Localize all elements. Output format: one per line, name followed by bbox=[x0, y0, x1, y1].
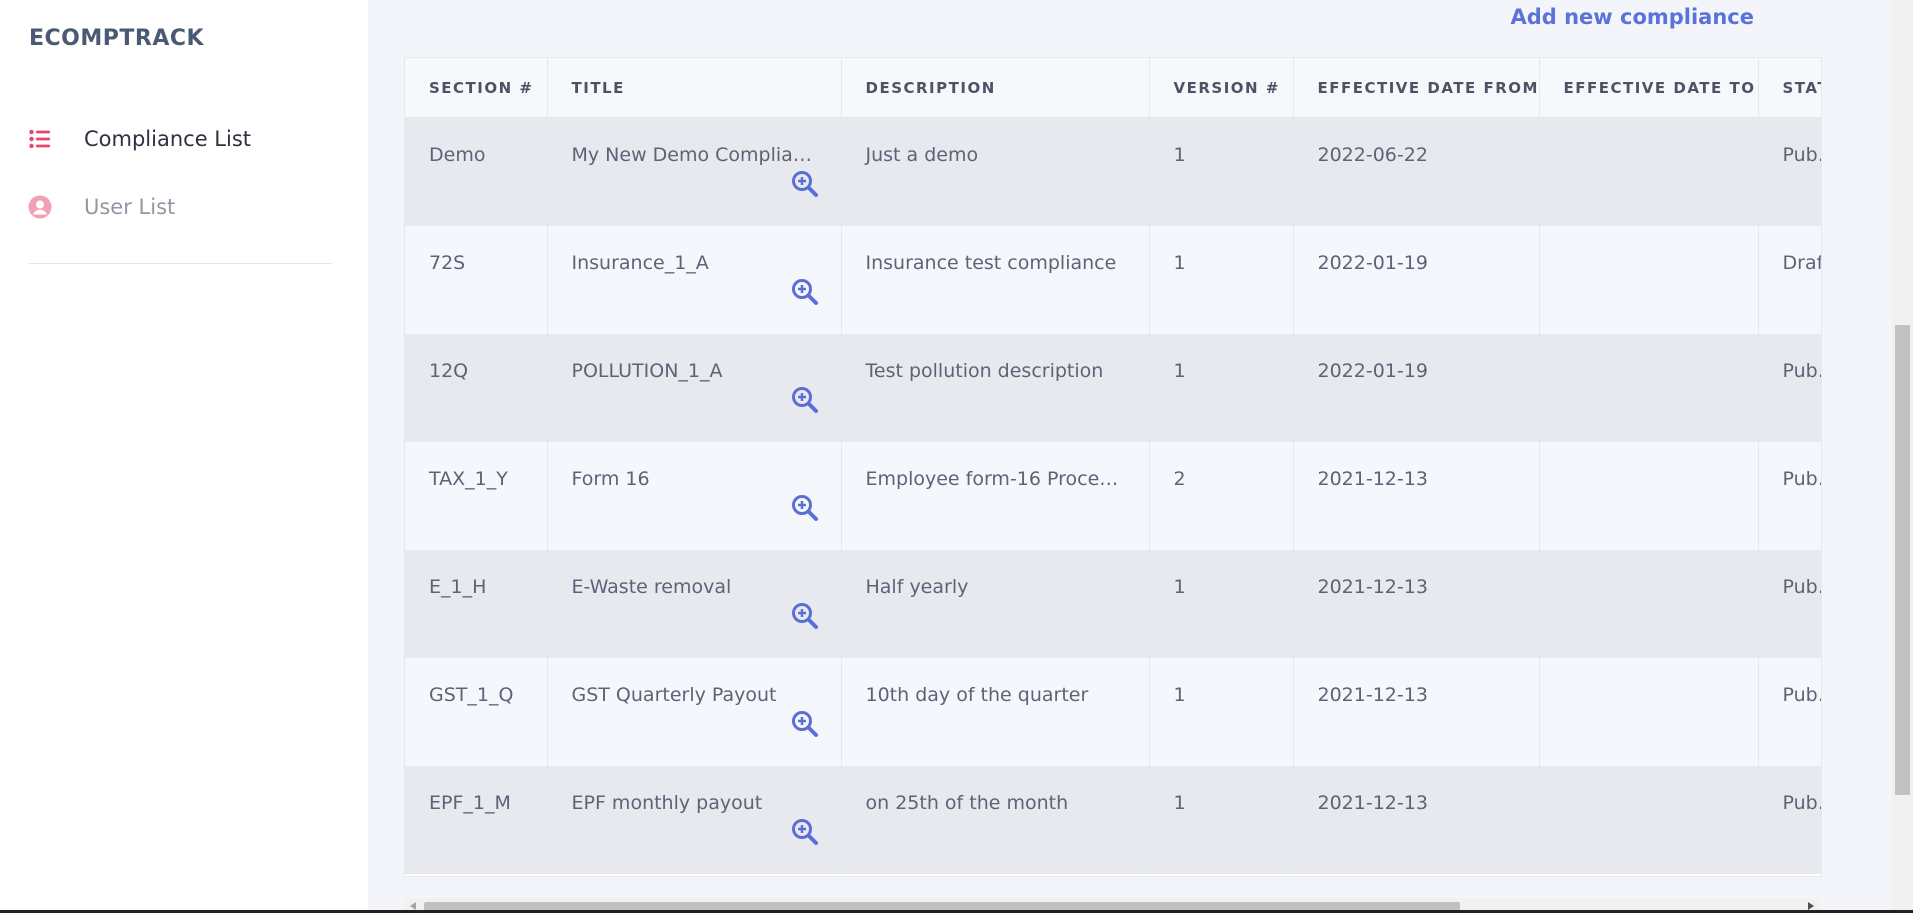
cell-section: EPF_1_M bbox=[405, 765, 548, 874]
cell-description: Just a demo bbox=[841, 117, 1150, 226]
title-text: POLLUTION_1_A bbox=[571, 359, 723, 382]
cell-version: 1 bbox=[1149, 765, 1294, 874]
cell-section: E_1_H bbox=[405, 549, 548, 658]
title-text: Form 16 bbox=[571, 467, 650, 490]
cell-title: GST Quarterly Payout bbox=[547, 657, 842, 766]
cell-status: Published bbox=[1758, 333, 1821, 442]
cell-title: E-Waste removal bbox=[547, 549, 842, 658]
cell-description: Employee form-16 Process... bbox=[841, 441, 1150, 550]
cell-title: POLLUTION_1_A bbox=[547, 333, 842, 442]
zoom-in-icon[interactable] bbox=[791, 602, 819, 630]
cell-title: My New Demo Compliance bbox=[547, 117, 842, 226]
zoom-in-icon[interactable] bbox=[791, 494, 819, 522]
zoom-in-icon[interactable] bbox=[791, 818, 819, 846]
column-header-date-from[interactable]: EFFECTIVE DATE FROM bbox=[1293, 58, 1540, 118]
vertical-scrollbar-thumb[interactable] bbox=[1895, 325, 1910, 795]
sidebar-item-label: User List bbox=[84, 195, 176, 219]
cell-date-from: 2022-01-19 bbox=[1293, 333, 1540, 442]
cell-date-from: 2022-06-22 bbox=[1293, 117, 1540, 226]
cell-status: Published bbox=[1758, 441, 1821, 550]
zoom-in-icon[interactable] bbox=[791, 170, 819, 198]
title-text: Insurance_1_A bbox=[571, 251, 709, 274]
cell-title: Insurance_1_A bbox=[547, 225, 842, 334]
main-content: Add new compliance SECTION # TITLE DESCR… bbox=[368, 0, 1892, 913]
zoom-in-icon[interactable] bbox=[791, 278, 819, 306]
column-header-title[interactable]: TITLE bbox=[547, 58, 842, 118]
compliance-table-container[interactable]: SECTION # TITLE DESCRIPTION VERSION # EF… bbox=[404, 57, 1822, 877]
cell-section: GST_1_Q bbox=[405, 657, 548, 766]
table-row[interactable]: EPF_1_M EPF monthly payout on 25th of th… bbox=[405, 765, 1821, 874]
title-text: E-Waste removal bbox=[571, 575, 732, 598]
column-header-description[interactable]: DESCRIPTION bbox=[841, 58, 1150, 118]
cell-date-to bbox=[1539, 117, 1759, 226]
cell-date-from: 2022-01-19 bbox=[1293, 225, 1540, 334]
cell-description: on 25th of the month bbox=[841, 765, 1150, 874]
cell-date-from: 2021-12-13 bbox=[1293, 657, 1540, 766]
scroll-left-arrow-icon[interactable] bbox=[410, 902, 416, 910]
cell-version: 1 bbox=[1149, 117, 1294, 226]
sidebar-item-user-list[interactable]: User List bbox=[28, 189, 175, 225]
column-header-version[interactable]: VERSION # bbox=[1149, 58, 1294, 118]
add-new-compliance-link[interactable]: Add new compliance bbox=[1510, 5, 1754, 29]
cell-date-to bbox=[1539, 441, 1759, 550]
title-text: GST Quarterly Payout bbox=[571, 683, 777, 706]
table-row[interactable]: 72S Insurance_1_A Insurance test complia… bbox=[405, 225, 1821, 334]
cell-title: Form 16 bbox=[547, 441, 842, 550]
cell-version: 2 bbox=[1149, 441, 1294, 550]
cell-date-from: 2021-12-13 bbox=[1293, 441, 1540, 550]
cell-description: Test pollution description bbox=[841, 333, 1150, 442]
app-root: ECOMPTRACK Compliance List User List Add… bbox=[0, 0, 1913, 913]
cell-date-to bbox=[1539, 333, 1759, 442]
table-row[interactable]: TAX_1_Y Form 16 Employee form-16 Process… bbox=[405, 441, 1821, 550]
cell-description: Insurance test compliance bbox=[841, 225, 1150, 334]
zoom-in-icon[interactable] bbox=[791, 386, 819, 414]
cell-version: 1 bbox=[1149, 549, 1294, 658]
cell-title: EPF monthly payout bbox=[547, 765, 842, 874]
sidebar-item-label: Compliance List bbox=[84, 127, 251, 151]
sidebar-divider bbox=[29, 263, 332, 264]
cell-date-to bbox=[1539, 765, 1759, 874]
column-header-date-to[interactable]: EFFECTIVE DATE TO bbox=[1539, 58, 1759, 118]
list-icon bbox=[28, 127, 52, 151]
cell-status: Published bbox=[1758, 549, 1821, 658]
user-circle-icon bbox=[28, 195, 52, 219]
table-row[interactable]: Demo My New Demo Compliance Just a demo … bbox=[405, 117, 1821, 226]
sidebar-item-compliance-list[interactable]: Compliance List bbox=[28, 121, 251, 157]
cell-version: 1 bbox=[1149, 657, 1294, 766]
cell-section: 72S bbox=[405, 225, 548, 334]
cell-status: Published bbox=[1758, 117, 1821, 226]
zoom-in-icon[interactable] bbox=[791, 710, 819, 738]
sidebar: ECOMPTRACK Compliance List User List bbox=[0, 0, 368, 913]
table-header-row: SECTION # TITLE DESCRIPTION VERSION # EF… bbox=[405, 58, 1821, 118]
column-header-status[interactable]: STATUS bbox=[1758, 58, 1821, 118]
table-row[interactable]: E_1_H E-Waste removal Half yearly 1 2021… bbox=[405, 549, 1821, 658]
cell-section: Demo bbox=[405, 117, 548, 226]
cell-section: TAX_1_Y bbox=[405, 441, 548, 550]
compliance-table: SECTION # TITLE DESCRIPTION VERSION # EF… bbox=[405, 58, 1821, 874]
cell-version: 1 bbox=[1149, 333, 1294, 442]
cell-date-from: 2021-12-13 bbox=[1293, 549, 1540, 658]
cell-description: Half yearly bbox=[841, 549, 1150, 658]
table-row[interactable]: GST_1_Q GST Quarterly Payout 10th day of… bbox=[405, 657, 1821, 766]
vertical-scrollbar[interactable] bbox=[1892, 0, 1913, 913]
cell-date-from: 2021-12-13 bbox=[1293, 765, 1540, 874]
cell-status: Published bbox=[1758, 765, 1821, 874]
cell-status: Draft bbox=[1758, 225, 1821, 334]
table-row[interactable]: 12Q POLLUTION_1_A Test pollution descrip… bbox=[405, 333, 1821, 442]
cell-date-to bbox=[1539, 657, 1759, 766]
column-header-section[interactable]: SECTION # bbox=[405, 58, 548, 118]
cell-section: 12Q bbox=[405, 333, 548, 442]
cell-status: Published bbox=[1758, 657, 1821, 766]
title-text: EPF monthly payout bbox=[571, 791, 763, 814]
cell-date-to bbox=[1539, 549, 1759, 658]
scroll-right-arrow-icon[interactable] bbox=[1808, 902, 1814, 910]
brand-logo[interactable]: ECOMPTRACK bbox=[29, 26, 204, 51]
cell-description: 10th day of the quarter bbox=[841, 657, 1150, 766]
cell-date-to bbox=[1539, 225, 1759, 334]
title-text: My New Demo Compliance bbox=[571, 144, 828, 166]
cell-version: 1 bbox=[1149, 225, 1294, 334]
